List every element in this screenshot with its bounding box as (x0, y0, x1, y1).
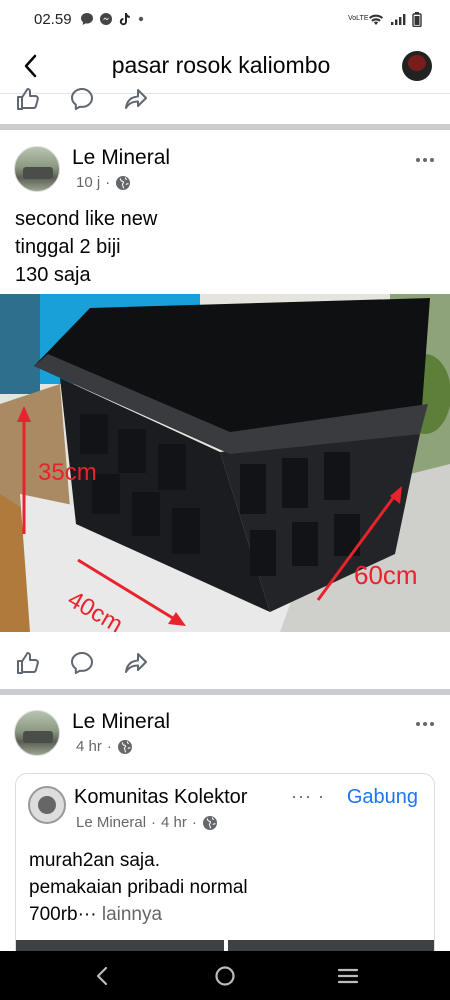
post-text-line: tinggal 2 biji (15, 236, 121, 258)
more-dot-icon (430, 722, 434, 726)
wifi-icon (369, 14, 383, 25)
nav-recents-icon (338, 968, 359, 983)
share-button[interactable] (122, 649, 150, 677)
share-icon (125, 653, 147, 673)
status-bar: 02.59 VoLTE (0, 0, 450, 38)
post-more-button[interactable] (412, 714, 438, 734)
meta-separator: · (106, 738, 112, 755)
status-system-icons: VoLTE (348, 11, 422, 27)
see-more-link[interactable]: lainnya (102, 904, 162, 925)
post-time[interactable]: 10 j (76, 174, 100, 191)
globe-icon (117, 739, 132, 754)
post-text: second like new tinggal 2 biji 130 saja (15, 205, 157, 289)
globe-icon (116, 175, 131, 190)
like-button[interactable] (14, 649, 42, 677)
post-author[interactable]: Le Mineral (72, 146, 170, 170)
like-icon (17, 652, 39, 674)
post-header: Le Mineral 4 hr · (0, 710, 450, 770)
more-dot-icon (430, 158, 434, 162)
height-label: 35cm (38, 459, 97, 486)
share-icon (125, 89, 147, 109)
tiktok-icon (119, 13, 130, 26)
join-group-button[interactable]: Gabung (347, 786, 418, 809)
meta-separator: · (151, 814, 157, 831)
nav-recents-button[interactable] (328, 956, 368, 996)
meta-separator: · (105, 174, 111, 191)
group-dots: ··· · (291, 786, 325, 806)
length-label: 60cm (354, 560, 418, 590)
more-dot-icon (423, 158, 427, 162)
chat-bubble-icon (80, 13, 93, 25)
post-text-line: second like new (15, 208, 158, 230)
shared-text-truncated: 700rb··· (29, 904, 97, 925)
volte-icon: VoLTE (348, 15, 369, 22)
comment-button[interactable] (68, 85, 96, 113)
status-time: 02.59 (34, 10, 72, 28)
share-button[interactable] (122, 85, 150, 113)
more-dot-icon (423, 722, 427, 726)
post-divider (0, 689, 450, 695)
post-more-button[interactable] (412, 150, 438, 170)
like-button[interactable] (14, 85, 42, 113)
back-arrow-icon (24, 54, 37, 77)
nav-back-icon (96, 966, 107, 985)
comment-button[interactable] (68, 649, 96, 677)
post-meta: 10 j · (76, 174, 131, 191)
post-meta: 4 hr · (76, 738, 133, 755)
shared-post-card[interactable]: Komunitas Kolektor ··· · Gabung Le Miner… (15, 773, 435, 973)
more-dot-icon (416, 158, 420, 162)
like-icon (17, 88, 39, 110)
page-title: pasar rosok kaliombo (111, 52, 331, 78)
signal-icon (391, 13, 406, 25)
messenger-icon (99, 13, 112, 25)
author-avatar[interactable] (14, 146, 60, 192)
group-avatar[interactable] (28, 786, 66, 824)
nav-home-button[interactable] (205, 956, 245, 996)
comment-icon (71, 652, 93, 674)
globe-icon (202, 815, 217, 830)
profile-avatar[interactable] (402, 50, 432, 81)
nav-home-icon (215, 965, 235, 986)
battery-icon (412, 11, 422, 27)
more-dot-icon (416, 722, 420, 726)
author-avatar[interactable] (14, 710, 60, 756)
meta-separator: · (191, 814, 197, 831)
post-author[interactable]: Le Mineral (72, 710, 170, 734)
shared-time[interactable]: 4 hr (161, 814, 187, 831)
comment-icon (71, 88, 93, 110)
post-divider (0, 124, 450, 130)
shared-post-text: murah2an saja. pemakaian pribadi normal … (29, 847, 248, 928)
status-notification-icons (80, 12, 146, 26)
previous-post-actions (0, 77, 450, 121)
group-name[interactable]: Komunitas Kolektor (74, 786, 247, 809)
shared-text-line: murah2an saja. (29, 850, 160, 871)
post-time[interactable]: 4 hr (76, 738, 102, 755)
shared-post-meta: Le Mineral · 4 hr · (76, 814, 218, 831)
post-actions (0, 641, 450, 685)
shared-text-line: pemakaian pribadi normal (29, 877, 248, 898)
dot-icon (138, 16, 143, 22)
post-photo[interactable]: 35cm 40cm 60cm (0, 294, 450, 632)
shared-author[interactable]: Le Mineral (76, 814, 146, 831)
post-text-line: 130 saja (15, 264, 91, 286)
shared-text-last-line: 700rb··· lainnya (29, 901, 248, 928)
system-nav-bar (0, 951, 450, 1000)
crate-photo: 35cm 40cm 60cm (0, 294, 450, 632)
nav-back-button[interactable] (82, 956, 122, 996)
post-header: Le Mineral 10 j · (0, 146, 450, 206)
